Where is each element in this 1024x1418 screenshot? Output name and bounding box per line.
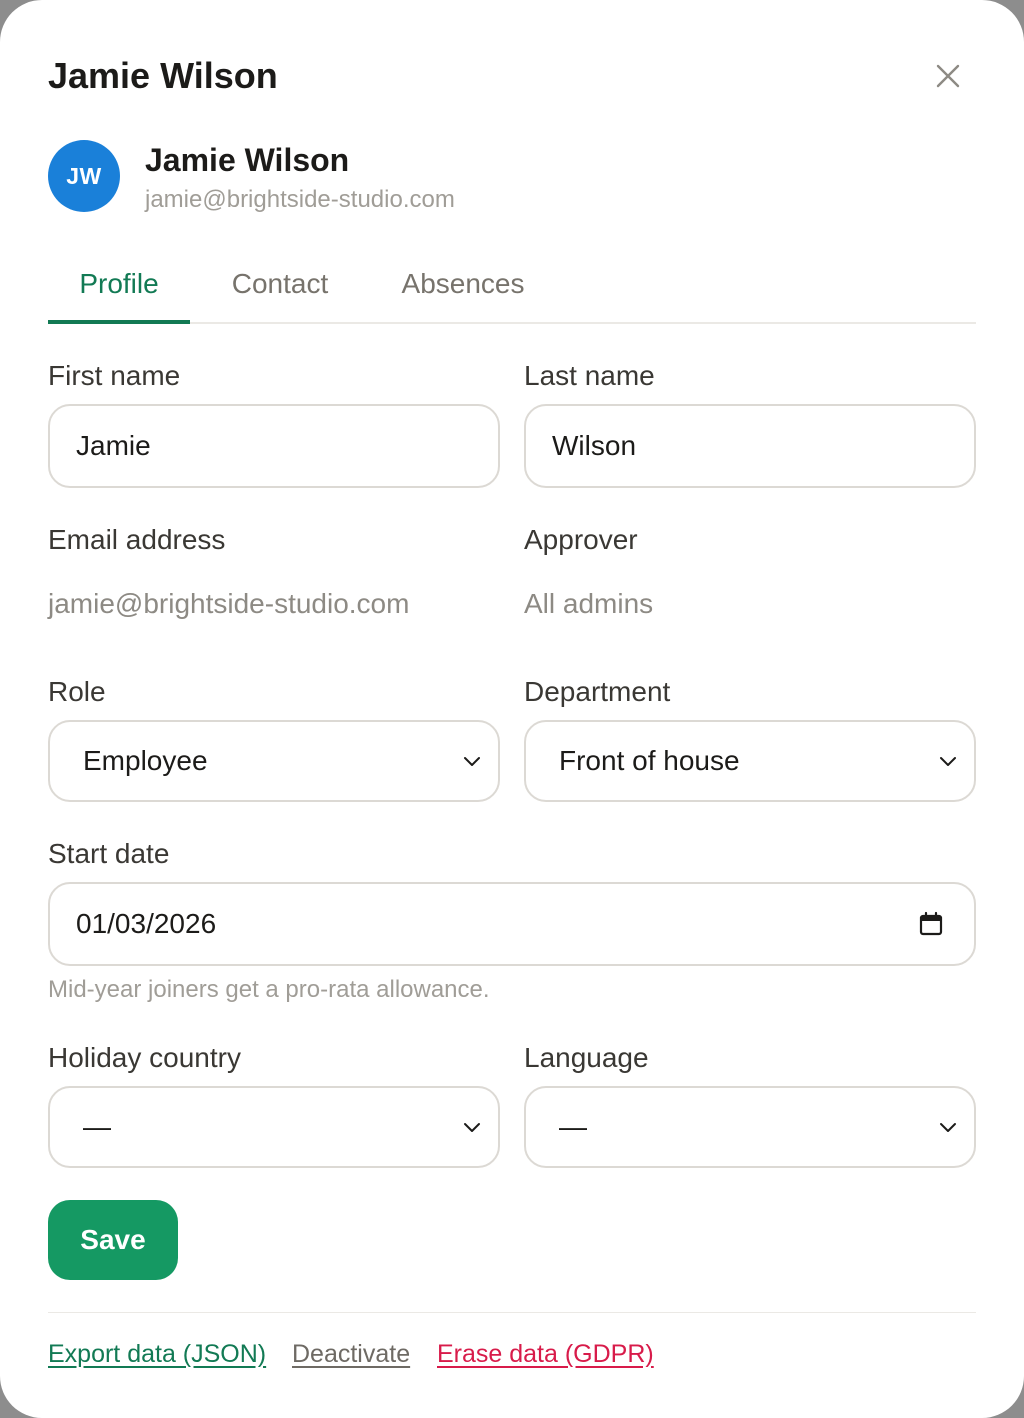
start-date-hint: Mid-year joiners get a pro-rata allowanc… xyxy=(48,976,490,1003)
start-date-value: 01/03/2026 xyxy=(76,908,217,939)
edit-user-dialog: Jamie Wilson JW Jamie Wilson jamie@brigh… xyxy=(0,0,1024,1418)
last-name-value: Wilson xyxy=(552,430,637,461)
export-data-link[interactable]: Export data (JSON) xyxy=(48,1336,266,1372)
chevron-down-icon xyxy=(940,1123,956,1132)
erase-data-link[interactable]: Erase data (GDPR) xyxy=(437,1336,654,1372)
department-value: Front of house xyxy=(559,745,740,776)
holiday-country-label: Holiday country xyxy=(48,1042,241,1073)
calendar-icon[interactable] xyxy=(918,911,944,937)
start-date-label: Start date xyxy=(48,838,170,869)
chevron-down-icon xyxy=(464,1123,480,1132)
department-select[interactable]: Front of house xyxy=(524,720,976,802)
chevron-down-icon xyxy=(464,757,480,766)
user-email: jamie@brightside-studio.com xyxy=(145,186,455,213)
avatar: JW xyxy=(48,140,120,212)
approver-label: Approver xyxy=(524,524,638,555)
close-button[interactable] xyxy=(928,56,968,96)
tab-bar: Profile Contact Absences xyxy=(48,250,976,324)
role-value: Employee xyxy=(83,745,208,776)
first-name-value: Jamie xyxy=(76,430,151,461)
role-label: Role xyxy=(48,676,106,707)
tab-absences[interactable]: Absences xyxy=(397,250,529,324)
approver-value: All admins xyxy=(524,588,654,619)
first-name-input[interactable]: Jamie xyxy=(48,404,500,488)
role-select[interactable]: Employee xyxy=(48,720,500,802)
deactivate-link[interactable]: Deactivate xyxy=(292,1336,410,1372)
first-name-label: First name xyxy=(48,360,181,391)
language-label: Language xyxy=(524,1042,649,1073)
chevron-down-icon xyxy=(940,757,956,766)
tab-contact[interactable]: Contact xyxy=(227,250,333,324)
user-name: Jamie Wilson xyxy=(145,142,350,178)
language-value: — xyxy=(559,1111,587,1142)
last-name-label: Last name xyxy=(524,360,655,391)
holiday-country-value: — xyxy=(83,1111,111,1142)
dialog-title: Jamie Wilson xyxy=(48,55,278,96)
close-icon xyxy=(936,64,960,88)
footer-divider xyxy=(48,1312,976,1313)
language-select[interactable]: — xyxy=(524,1086,976,1168)
tab-profile[interactable]: Profile xyxy=(48,250,190,324)
email-value: jamie@brightside-studio.com xyxy=(48,588,410,619)
save-button[interactable]: Save xyxy=(48,1200,178,1280)
email-label: Email address xyxy=(48,524,226,555)
department-label: Department xyxy=(524,676,671,707)
holiday-country-select[interactable]: — xyxy=(48,1086,500,1168)
last-name-input[interactable]: Wilson xyxy=(524,404,976,488)
start-date-input[interactable]: 01/03/2026 xyxy=(48,882,976,966)
